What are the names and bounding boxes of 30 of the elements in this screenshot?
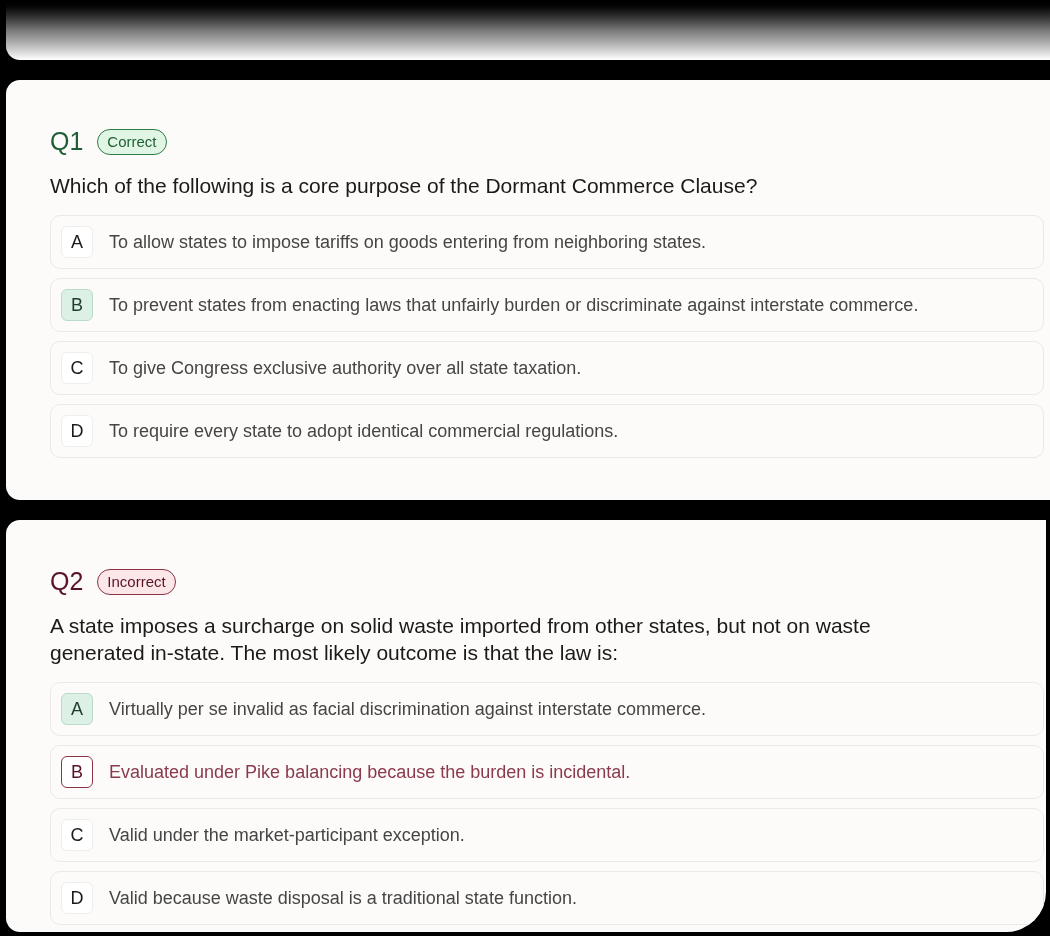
option-letter: C bbox=[61, 819, 93, 851]
option-letter: A bbox=[61, 226, 93, 258]
option-text: To give Congress exclusive authority over all state taxation. bbox=[109, 356, 582, 380]
option-text: To allow states to impose tariffs on goods entering from neighboring states. bbox=[109, 230, 706, 254]
answer-option[interactable]: A Virtually per se invalid as facial discrimination against interstate commerce. bbox=[50, 682, 1044, 736]
question-text: A state imposes a surcharge on solid waste imported from other states, but not on waste generated in-state. The most likely outcome is that the law is: bbox=[50, 613, 872, 666]
question-number: Q2 bbox=[50, 566, 84, 598]
answer-option[interactable]: B Evaluated under Pike balancing because the burden is incidental. bbox=[50, 745, 1044, 799]
option-letter: D bbox=[61, 415, 93, 447]
status-badge: Correct bbox=[97, 128, 167, 156]
option-letter: D bbox=[61, 882, 93, 914]
option-letter: C bbox=[61, 352, 93, 384]
answer-option[interactable]: C Valid under the market-participant exception. bbox=[50, 808, 1044, 862]
answer-option[interactable]: B To prevent states from enacting laws that unfairly burden or discriminate against interstate commerce. bbox=[50, 278, 1044, 332]
option-text: Virtually per se invalid as facial discrimination against interstate commerce. bbox=[109, 697, 706, 721]
option-text: Valid because waste disposal is a traditional state function. bbox=[109, 886, 577, 910]
answer-option[interactable]: A To allow states to impose tariffs on goods entering from neighboring states. bbox=[50, 215, 1044, 269]
status-badge: Incorrect bbox=[97, 568, 176, 596]
answer-option[interactable]: C To give Congress exclusive authority over all state taxation. bbox=[50, 341, 1044, 395]
question-text: Which of the following is a core purpose of the Dormant Commerce Clause? bbox=[50, 173, 759, 199]
option-letter: A bbox=[61, 693, 93, 725]
answer-option[interactable]: D To require every state to adopt identical commercial regulations. bbox=[50, 404, 1044, 458]
option-text: Evaluated under Pike balancing because the burden is incidental. bbox=[109, 760, 631, 784]
option-letter: B bbox=[61, 289, 93, 321]
question-number: Q1 bbox=[50, 126, 84, 158]
answer-option[interactable]: D Valid because waste disposal is a traditional state function. bbox=[50, 871, 1044, 925]
option-letter: B bbox=[61, 756, 93, 788]
option-text: Valid under the market-participant exception. bbox=[109, 823, 465, 847]
option-text: To require every state to adopt identical commercial regulations. bbox=[109, 419, 619, 443]
option-text: To prevent states from enacting laws that unfairly burden or discriminate against interstate commerce. bbox=[109, 293, 919, 317]
